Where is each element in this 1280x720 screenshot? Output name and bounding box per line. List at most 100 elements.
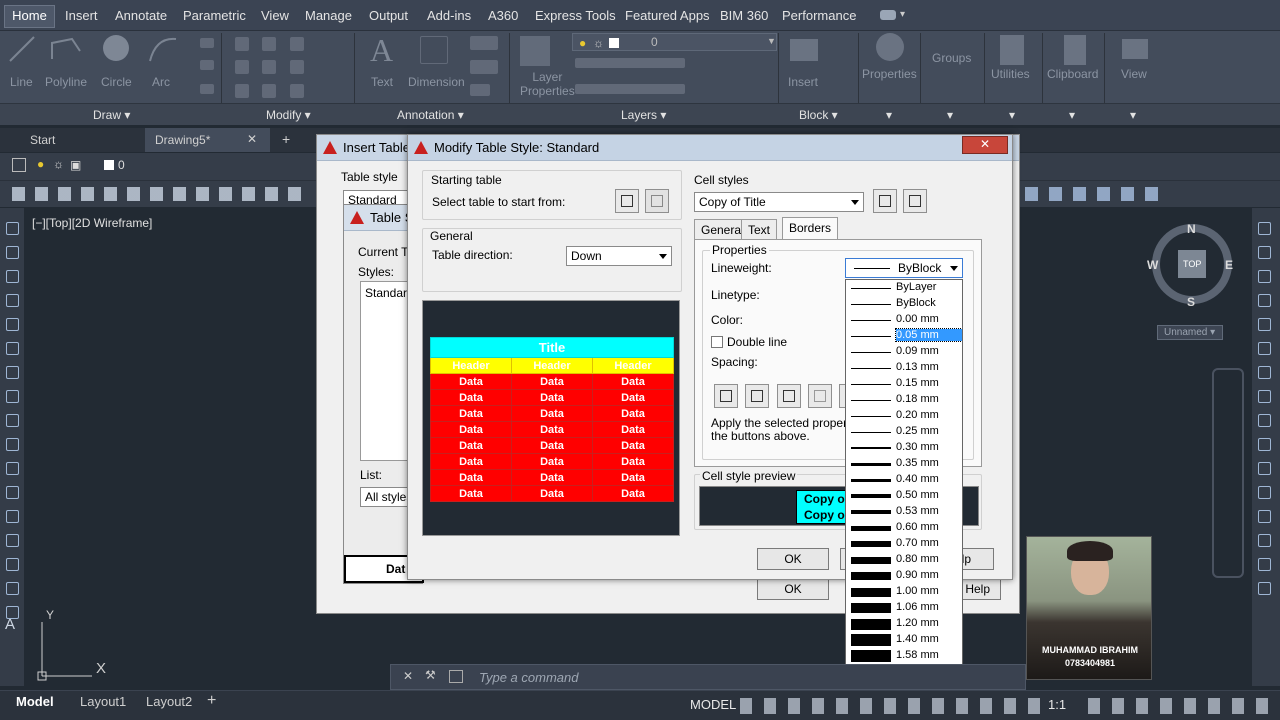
lineweight-option[interactable]: 0.40 mm: [846, 472, 962, 488]
tab-home[interactable]: Home: [4, 5, 55, 28]
table-direction-dropdown[interactable]: Down: [566, 246, 672, 266]
utilities-button[interactable]: Utilities: [991, 67, 1030, 81]
groups-button[interactable]: Groups: [932, 51, 971, 65]
panel-draw[interactable]: Draw ▾: [93, 108, 130, 122]
tab-start[interactable]: Start: [20, 128, 65, 152]
insert-table-ok-button[interactable]: OK: [757, 578, 829, 600]
lineweight-option[interactable]: 0.20 mm: [846, 408, 962, 424]
lineweight-option[interactable]: 1.20 mm: [846, 616, 962, 632]
close-icon[interactable]: ✕: [980, 137, 990, 151]
lightbulb-icon[interactable]: ●: [37, 157, 44, 171]
navigation-bar[interactable]: [1212, 368, 1244, 578]
ucs-dropdown[interactable]: Unnamed ▾: [1157, 325, 1223, 340]
panel-modify[interactable]: Modify ▾: [266, 108, 311, 122]
bottom-border-button[interactable]: [808, 384, 832, 408]
add-layout-button[interactable]: +: [207, 692, 216, 710]
panel-layers[interactable]: Layers ▾: [621, 108, 666, 122]
all-borders-button[interactable]: [714, 384, 738, 408]
lineweight-option[interactable]: 0.18 mm: [846, 392, 962, 408]
text-button[interactable]: Text: [371, 75, 393, 89]
circle-button[interactable]: Circle: [101, 75, 132, 89]
chevron-down-icon[interactable]: ▾: [900, 9, 905, 20]
compass-east[interactable]: E: [1225, 258, 1233, 272]
tab-insert[interactable]: Insert: [65, 8, 98, 23]
lineweight-option[interactable]: 1.40 mm: [846, 632, 962, 648]
lineweight-option[interactable]: 0.50 mm: [846, 488, 962, 504]
lineweight-option[interactable]: 0.05 mm: [846, 328, 962, 344]
lineweight-list[interactable]: ByLayer ByBlock 0.00 mm 0.05 mm 0.09 mm 0.13 …: [845, 279, 963, 696]
lineweight-option[interactable]: 0.13 mm: [846, 360, 962, 376]
lineweight-dropdown[interactable]: ByBlock: [845, 258, 963, 278]
chevron-down-icon[interactable]: ▾: [886, 108, 892, 122]
cell-style-dropdown[interactable]: Copy of Title: [694, 192, 864, 212]
visual-style-icons[interactable]: [1025, 187, 1165, 201]
lineweight-option[interactable]: 0.53 mm: [846, 504, 962, 520]
close-icon[interactable]: ✕: [403, 669, 413, 683]
tab-model[interactable]: Model: [16, 694, 54, 709]
lineweight-option[interactable]: ByBlock: [846, 296, 962, 312]
tab-output[interactable]: Output: [369, 8, 408, 23]
new-tab-button[interactable]: +: [272, 128, 300, 152]
lineweight-option[interactable]: 1.06 mm: [846, 600, 962, 616]
layer-dropdown[interactable]: ● ☼ 0 ▼: [572, 33, 777, 51]
ok-button[interactable]: OK: [757, 548, 829, 570]
tab-layout1[interactable]: Layout1: [80, 694, 126, 709]
tab-performance[interactable]: Performance: [782, 8, 856, 23]
tab-manage[interactable]: Manage: [305, 8, 352, 23]
lineweight-option[interactable]: 1.00 mm: [846, 584, 962, 600]
insert-button[interactable]: Insert: [788, 75, 818, 89]
viewport-controls-label[interactable]: [−][Top][2D Wireframe]: [32, 216, 152, 230]
chevron-down-icon[interactable]: ▾: [1009, 108, 1015, 122]
viewcube-top-face[interactable]: TOP: [1183, 259, 1201, 269]
tab-a360[interactable]: A360: [488, 8, 518, 23]
lineweight-option[interactable]: 1.58 mm: [846, 648, 962, 664]
tab-parametric[interactable]: Parametric: [183, 8, 246, 23]
compass-south[interactable]: S: [1187, 295, 1195, 309]
panel-block[interactable]: Block ▾: [799, 108, 838, 122]
lineweight-option[interactable]: 0.70 mm: [846, 536, 962, 552]
create-cell-style-button[interactable]: [873, 189, 897, 213]
line-button[interactable]: Line: [10, 75, 33, 89]
view-button[interactable]: View: [1121, 67, 1147, 81]
command-input[interactable]: Type a command: [479, 670, 578, 685]
clipboard-button[interactable]: Clipboard: [1047, 67, 1098, 81]
command-prompt-icon[interactable]: [449, 670, 463, 683]
arc-button[interactable]: Arc: [152, 75, 170, 89]
chevron-down-icon[interactable]: ▾: [1130, 108, 1136, 122]
chevron-down-icon[interactable]: ▾: [1069, 108, 1075, 122]
lineweight-option[interactable]: 0.09 mm: [846, 344, 962, 360]
inside-borders-button[interactable]: [777, 384, 801, 408]
view-icons[interactable]: [12, 187, 307, 201]
lineweight-option[interactable]: 0.25 mm: [846, 424, 962, 440]
close-button[interactable]: ✕: [962, 136, 1008, 154]
properties-button[interactable]: Properties: [862, 67, 917, 81]
manage-cell-styles-button[interactable]: [903, 189, 927, 213]
polyline-button[interactable]: Polyline: [45, 75, 87, 89]
lineweight-option[interactable]: 0.15 mm: [846, 376, 962, 392]
double-line-checkbox[interactable]: [711, 336, 723, 348]
tab-borders[interactable]: Borders: [782, 217, 839, 239]
annotation-scale[interactable]: 1:1: [1048, 697, 1066, 712]
tab-annotate[interactable]: Annotate: [115, 8, 167, 23]
lineweight-option[interactable]: 0.30 mm: [846, 440, 962, 456]
lineweight-option[interactable]: 0.80 mm: [846, 552, 962, 568]
lineweight-option[interactable]: 0.60 mm: [846, 520, 962, 536]
text-tool-icon[interactable]: A: [5, 616, 15, 633]
lock-icon[interactable]: ▣: [70, 158, 81, 172]
lineweight-option[interactable]: ByLayer: [846, 280, 962, 296]
close-icon[interactable]: ✕: [247, 132, 257, 146]
camera-icon[interactable]: [880, 10, 896, 20]
compass-north[interactable]: N: [1187, 222, 1196, 236]
chevron-down-icon[interactable]: ▾: [947, 108, 953, 122]
sun-icon[interactable]: ☼: [53, 157, 64, 171]
lineweight-option[interactable]: 0.00 mm: [846, 312, 962, 328]
lineweight-option[interactable]: 0.35 mm: [846, 456, 962, 472]
layer-manager-icon[interactable]: [12, 158, 26, 172]
outside-borders-button[interactable]: [745, 384, 769, 408]
panel-annotation[interactable]: Annotation ▾: [397, 108, 464, 122]
tab-view[interactable]: View: [261, 8, 289, 23]
tab-featured-apps[interactable]: Featured Apps: [625, 8, 710, 23]
model-space-button[interactable]: MODEL: [690, 697, 736, 712]
status-tray-icons[interactable]: [1088, 698, 1268, 714]
layer-properties-button[interactable]: Layer Properties: [520, 70, 575, 98]
